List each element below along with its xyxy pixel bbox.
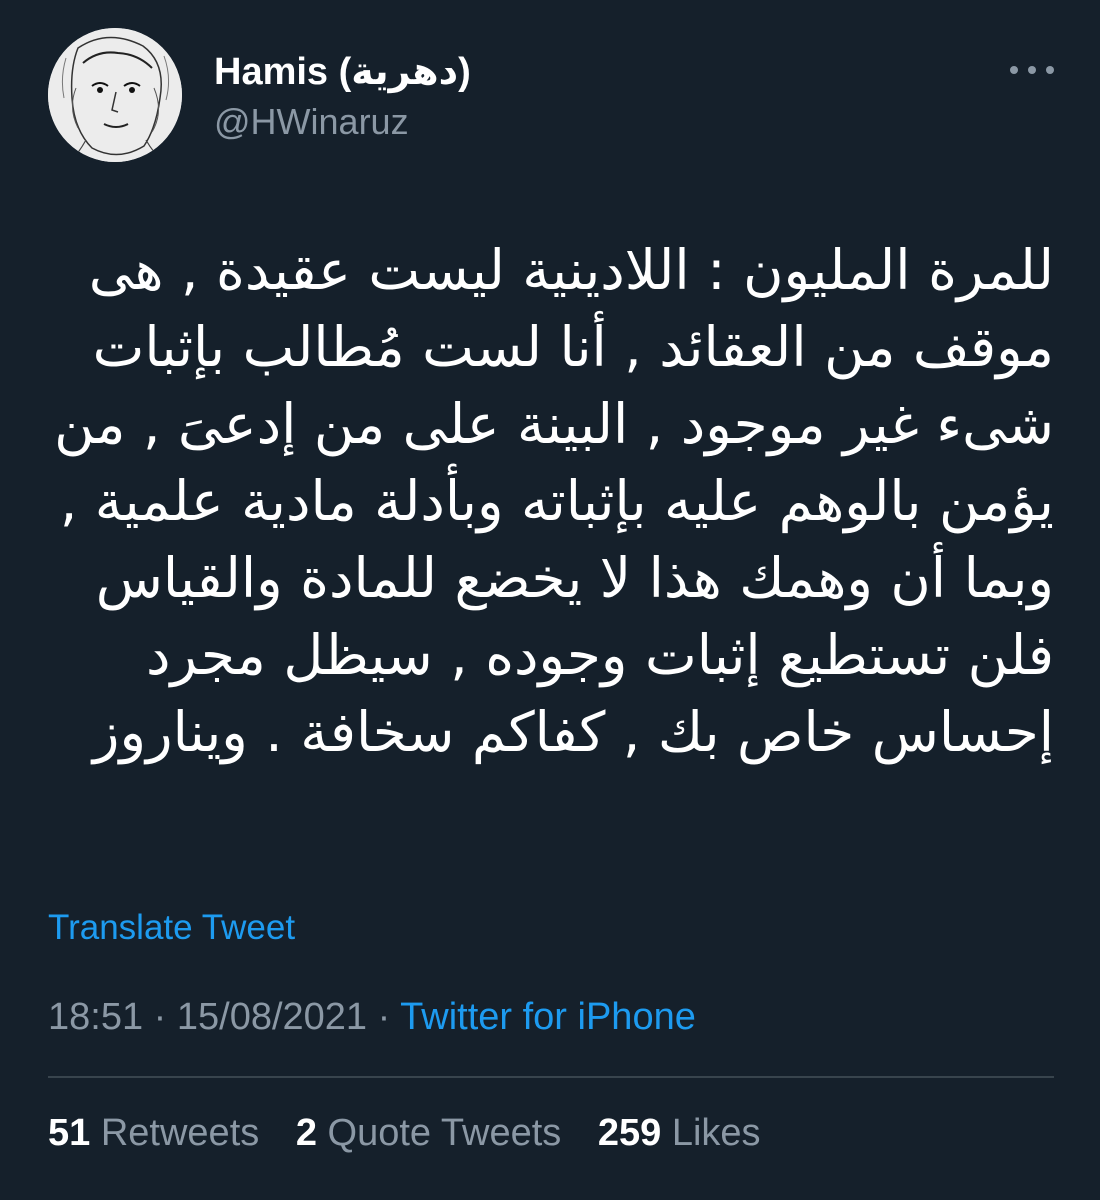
tweet-text: للمرة المليون : اللادينية ليست عقيدة , ه…	[48, 232, 1054, 771]
tweet-time: 18:51	[48, 996, 144, 1038]
more-dots-icon[interactable]	[1010, 58, 1054, 82]
tweet-text-line: إحساس خاص بك , كفاكم سخافة . ويناروز	[92, 700, 1054, 764]
tweet-date: 15/08/2021	[176, 996, 368, 1038]
quote-tweets-label: Quote Tweets	[327, 1112, 562, 1154]
retweets-label: Retweets	[100, 1112, 260, 1154]
likes-label: Likes	[671, 1112, 761, 1154]
tweet-text-line: موقف من العقائد , أنا لست مُطالب بإثبات	[92, 315, 1054, 379]
dot	[1046, 66, 1054, 74]
likes-count: 259	[597, 1112, 662, 1154]
avatar-sketch-image	[48, 28, 182, 162]
tweet-meta: 18:51 · 15/08/2021 · Twitter for iPhone	[48, 994, 696, 1040]
quote-tweets-stat[interactable]: 2 Quote Tweets	[296, 1110, 561, 1156]
author-handle[interactable]: @HWinaruz	[214, 100, 409, 144]
tweet-source-link[interactable]: Twitter for iPhone	[400, 996, 696, 1038]
tweet-text-line: للمرة المليون : اللادينية ليست عقيدة , ه…	[88, 238, 1054, 302]
tweet-text-line: يؤمن بالوهم عليه بإثباته وبأدلة مادية عل…	[59, 469, 1054, 533]
retweets-count: 51	[48, 1112, 91, 1154]
tweet-text-line: وبما أن وهمك هذا لا يخضع للمادة والقياس	[95, 546, 1054, 610]
dot	[1010, 66, 1018, 74]
meta-separator: ·	[377, 996, 391, 1038]
dot	[1028, 66, 1036, 74]
likes-stat[interactable]: 259 Likes	[598, 1110, 761, 1156]
meta-separator: ·	[153, 996, 167, 1038]
quote-tweets-count: 2	[295, 1112, 317, 1154]
author-display-name[interactable]: Hamis (دهرية)	[214, 50, 471, 94]
avatar[interactable]	[48, 28, 182, 162]
tweet-stats: 51 Retweets 2 Quote Tweets 259 Likes	[48, 1110, 787, 1156]
divider	[48, 1076, 1054, 1078]
retweets-stat[interactable]: 51 Retweets	[48, 1110, 259, 1156]
tweet-text-line: فلن تستطيع إثبات وجوده , سيظل مجرد	[146, 623, 1054, 687]
tweet-text-line: شىء غير موجود , البينة على من إدعىَ , من	[54, 392, 1054, 456]
translate-tweet-link[interactable]: Translate Tweet	[48, 906, 295, 950]
tweet-detail: Hamis (دهرية) @HWinaruz للمرة المليون : …	[0, 0, 1100, 1200]
